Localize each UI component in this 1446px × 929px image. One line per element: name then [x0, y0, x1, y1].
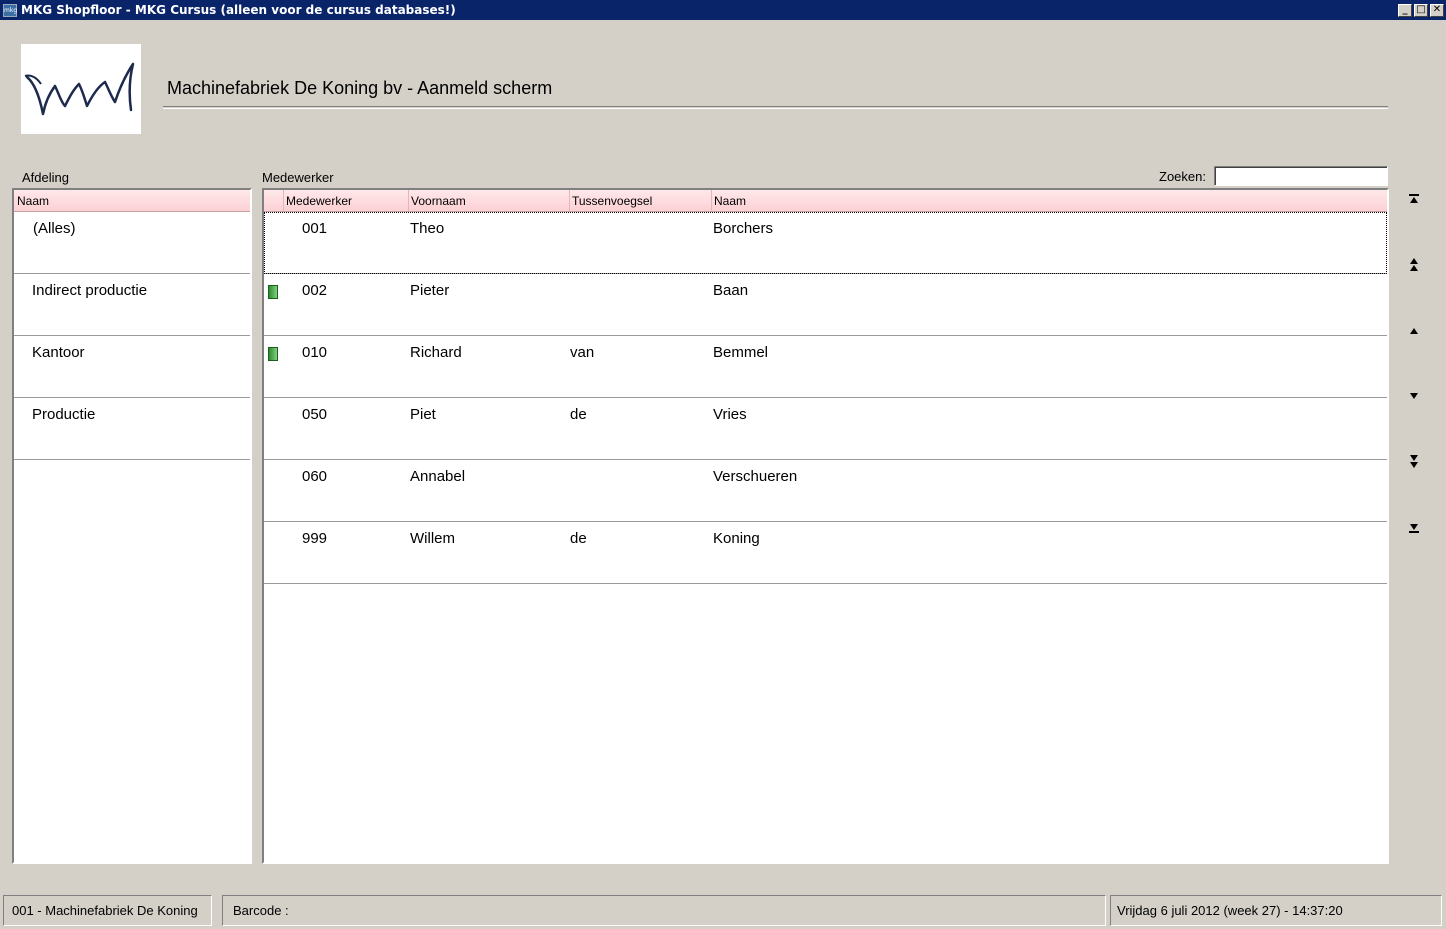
status-company: 001 - Machinefabriek De Koning	[3, 895, 212, 926]
list-item[interactable]: Productie	[14, 398, 250, 460]
medewerker-grid-header: Medewerker Voornaam Tussenvoegsel Naam	[264, 190, 1387, 212]
employee-firstname: Willem	[410, 530, 455, 547]
page-down-icon[interactable]	[1403, 451, 1425, 471]
employee-infix	[570, 212, 713, 273]
header-divider	[163, 106, 1388, 109]
employee-number: 001	[302, 220, 328, 237]
employee-number: 060	[302, 468, 328, 485]
medewerker-label: Medewerker	[262, 170, 334, 185]
minimize-button[interactable]: _	[1398, 3, 1412, 17]
employee-number: 010	[302, 344, 328, 361]
dept-name: Productie	[32, 406, 96, 423]
table-row[interactable]: 002 Pieter Baan	[264, 274, 1387, 336]
up-icon[interactable]	[1403, 321, 1425, 341]
employee-firstname: Pieter	[410, 282, 450, 299]
dept-name: Indirect productie	[32, 282, 148, 299]
afdeling-label: Afdeling	[22, 170, 69, 185]
page-up-icon[interactable]	[1403, 255, 1425, 275]
table-row[interactable]: 050 Piet de Vries	[264, 398, 1387, 460]
column-header-medewerker[interactable]: Medewerker	[284, 190, 409, 211]
employee-lastname: Koning	[713, 530, 760, 547]
employee-lastname: Borchers	[713, 220, 774, 237]
employee-firstname: Piet	[410, 406, 436, 423]
table-row[interactable]: 010 Richard van Bemmel	[264, 336, 1387, 398]
company-logo	[21, 44, 141, 134]
table-row[interactable]: 060 Annabel Verschueren	[264, 460, 1387, 522]
employee-lastname: Vries	[713, 406, 747, 423]
table-row[interactable]: 999 Willem de Koning	[264, 522, 1387, 584]
employee-firstname: Annabel	[410, 468, 466, 485]
search-label: Zoeken:	[1159, 169, 1206, 184]
list-item[interactable]: Indirect productie	[14, 274, 250, 336]
medewerker-grid[interactable]: Medewerker Voornaam Tussenvoegsel Naam 0…	[262, 188, 1389, 864]
employee-infix	[570, 274, 713, 335]
column-header-voornaam[interactable]: Voornaam	[409, 190, 570, 211]
column-header-naam[interactable]: Naam	[712, 190, 1387, 211]
indicator-column-header	[264, 190, 284, 211]
employee-number: 002	[302, 282, 328, 299]
afdeling-grid[interactable]: Naam (Alles) Indirect productie Kantoor …	[12, 188, 252, 864]
maximize-button[interactable]: □	[1414, 3, 1428, 17]
app-icon: mkg	[3, 3, 17, 17]
list-item[interactable]: (Alles)	[14, 212, 250, 274]
list-item[interactable]: Kantoor	[14, 336, 250, 398]
table-row[interactable]: 001 Theo Borchers	[264, 212, 1387, 274]
close-button[interactable]: ✕	[1430, 3, 1444, 17]
last-icon[interactable]	[1403, 518, 1425, 538]
title-bar[interactable]: mkg MKG Shopfloor - MKG Cursus (alleen v…	[0, 0, 1446, 20]
search-input[interactable]	[1214, 166, 1388, 186]
status-barcode[interactable]: Barcode :	[222, 895, 1106, 926]
employee-number: 050	[302, 406, 328, 423]
employee-infix	[570, 460, 713, 521]
employee-lastname: Baan	[713, 282, 749, 299]
page-title: Machinefabriek De Koning bv - Aanmeld sc…	[167, 78, 553, 98]
employee-infix: van	[570, 344, 595, 361]
employee-lastname: Verschueren	[713, 468, 798, 485]
down-icon[interactable]	[1403, 386, 1425, 406]
status-datetime: Vrijdag 6 juli 2012 (week 27) - 14:37:20	[1110, 895, 1442, 926]
first-icon[interactable]	[1403, 189, 1425, 209]
employee-infix: de	[570, 530, 587, 547]
employee-number: 999	[302, 530, 328, 547]
dept-name: Kantoor	[32, 344, 85, 361]
window-title: MKG Shopfloor - MKG Cursus (alleen voor …	[21, 3, 456, 17]
column-header-tussenvoegsel[interactable]: Tussenvoegsel	[570, 190, 712, 211]
employee-infix: de	[570, 406, 587, 423]
employee-firstname: Theo	[410, 220, 445, 237]
present-indicator-icon	[268, 347, 278, 361]
column-header-naam[interactable]: Naam	[14, 190, 250, 211]
employee-firstname: Richard	[410, 344, 462, 361]
present-indicator-icon	[268, 285, 278, 299]
afdeling-grid-header: Naam	[14, 190, 250, 212]
dept-name: (Alles)	[33, 220, 76, 237]
employee-lastname: Bemmel	[713, 344, 769, 361]
